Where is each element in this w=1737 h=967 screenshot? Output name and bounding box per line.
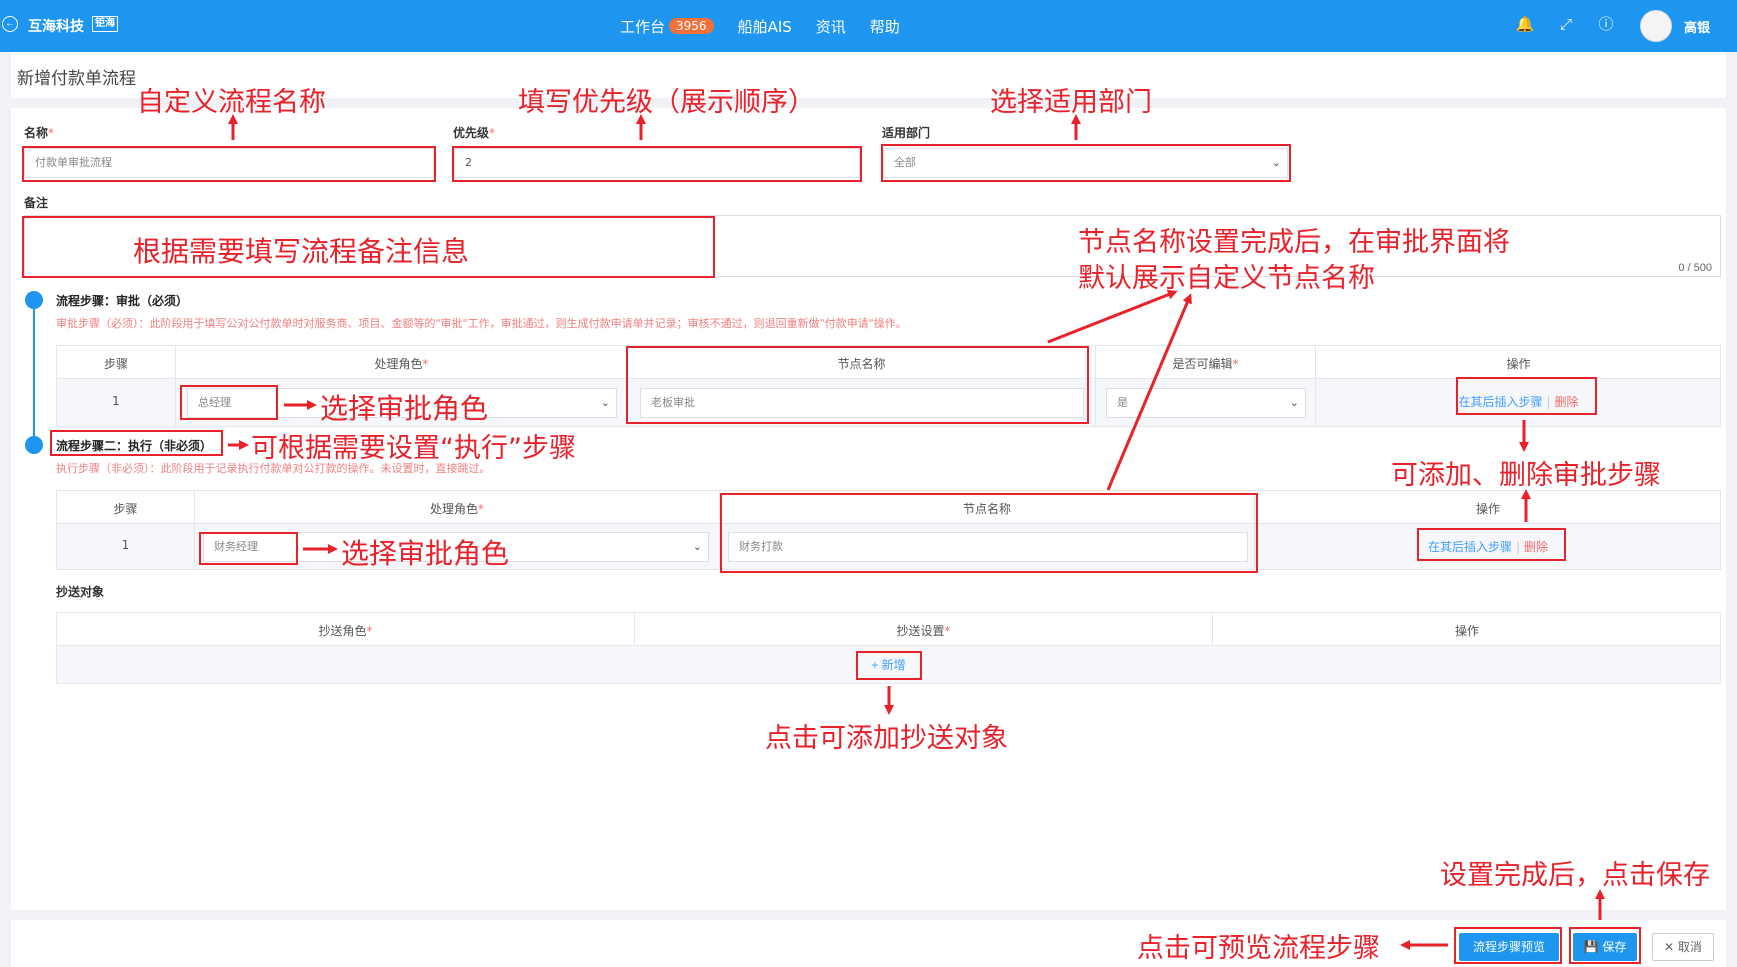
annotation-arrows	[228, 114, 1605, 950]
